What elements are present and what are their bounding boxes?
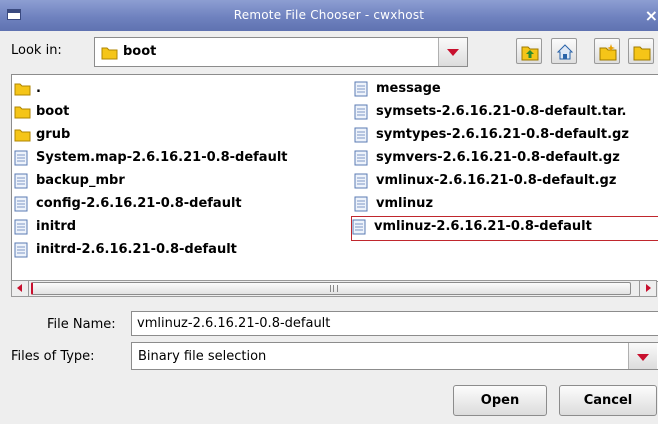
list-view-button[interactable] bbox=[628, 38, 654, 64]
file-icon bbox=[354, 150, 368, 170]
file-name: backup_mbr bbox=[36, 173, 125, 188]
list-item[interactable]: symvers-2.6.16.21-0.8-default.gz bbox=[354, 148, 658, 171]
file-name: message bbox=[376, 81, 441, 96]
look-in-label: Look in: bbox=[11, 43, 62, 58]
file-name: initrd-2.6.16.21-0.8-default bbox=[36, 242, 237, 257]
chevron-down-icon[interactable] bbox=[628, 343, 657, 369]
file-icon bbox=[354, 127, 368, 147]
file-name: vmlinuz-2.6.16.21-0.8-default bbox=[374, 219, 592, 234]
file-icon bbox=[354, 173, 368, 193]
list-item[interactable]: vmlinux-2.6.16.21-0.8-default.gz bbox=[354, 171, 658, 194]
close-icon[interactable]: × bbox=[645, 6, 658, 25]
file-name: config-2.6.16.21-0.8-default bbox=[36, 196, 242, 211]
file-type-value: Binary file selection bbox=[138, 349, 267, 364]
file-name-field[interactable] bbox=[131, 311, 658, 336]
window-title: Remote File Chooser - cwxhost bbox=[233, 8, 425, 22]
file-icon bbox=[14, 196, 28, 216]
file-name: vmlinux-2.6.16.21-0.8-default.gz bbox=[376, 173, 617, 188]
grip-icon bbox=[330, 285, 338, 292]
home-button[interactable] bbox=[551, 38, 577, 64]
folder-icon bbox=[101, 45, 118, 64]
look-in-dropdown[interactable]: boot bbox=[94, 37, 468, 67]
list-item[interactable]: symtypes-2.6.16.21-0.8-default.gz bbox=[354, 125, 658, 148]
up-one-level-button[interactable] bbox=[516, 38, 542, 64]
file-icon bbox=[14, 173, 28, 193]
list-view-icon bbox=[633, 46, 651, 61]
scroll-left-button[interactable] bbox=[12, 281, 29, 296]
file-name: vmlinuz bbox=[376, 196, 434, 211]
file-name-label: File Name: bbox=[47, 317, 116, 332]
list-item[interactable]: symsets-2.6.16.21-0.8-default.tar. bbox=[354, 102, 658, 125]
title-bar[interactable]: Remote File Chooser - cwxhost × bbox=[0, 0, 658, 31]
file-name: . bbox=[36, 81, 41, 96]
file-icon bbox=[14, 150, 28, 170]
file-list[interactable]: . boot grub System.map-2.6.16.21-0.8-def… bbox=[11, 74, 658, 282]
new-folder-button[interactable] bbox=[594, 38, 620, 64]
file-icon bbox=[354, 81, 368, 101]
file-icon bbox=[352, 219, 366, 239]
file-icon bbox=[14, 242, 28, 262]
file-icon bbox=[14, 219, 28, 239]
cancel-button[interactable]: Cancel bbox=[559, 385, 657, 416]
home-icon bbox=[556, 44, 574, 60]
scrollbar-thumb[interactable] bbox=[31, 282, 631, 295]
scroll-right-button[interactable] bbox=[639, 281, 656, 296]
look-in-value: boot bbox=[123, 44, 157, 59]
file-type-label: Files of Type: bbox=[11, 349, 95, 364]
open-button[interactable]: Open bbox=[453, 385, 547, 416]
file-name: grub bbox=[36, 127, 71, 142]
new-folder-icon bbox=[599, 44, 617, 61]
folder-icon bbox=[14, 104, 31, 123]
folder-icon bbox=[14, 127, 31, 146]
list-item-selected[interactable]: vmlinuz-2.6.16.21-0.8-default bbox=[351, 216, 658, 241]
list-item[interactable]: vmlinuz bbox=[354, 194, 658, 217]
file-name: initrd bbox=[36, 219, 77, 234]
folder-icon bbox=[14, 81, 31, 100]
file-name: symsets-2.6.16.21-0.8-default.tar. bbox=[376, 104, 627, 119]
chevron-down-icon[interactable] bbox=[438, 38, 467, 66]
file-name: boot bbox=[36, 104, 70, 119]
file-name: symtypes-2.6.16.21-0.8-default.gz bbox=[376, 127, 629, 142]
up-folder-icon bbox=[521, 46, 539, 61]
file-chooser-window: Remote File Chooser - cwxhost × Look in:… bbox=[0, 0, 658, 424]
file-name: System.map-2.6.16.21-0.8-default bbox=[36, 150, 288, 165]
file-icon bbox=[354, 196, 368, 216]
file-icon bbox=[354, 104, 368, 124]
file-type-dropdown[interactable]: Binary file selection bbox=[131, 342, 658, 370]
file-name: symvers-2.6.16.21-0.8-default.gz bbox=[376, 150, 620, 165]
list-item[interactable]: message bbox=[354, 79, 658, 102]
horizontal-scrollbar[interactable] bbox=[11, 280, 657, 297]
file-list-column-2: message symsets-2.6.16.21-0.8-default.ta… bbox=[351, 79, 658, 241]
